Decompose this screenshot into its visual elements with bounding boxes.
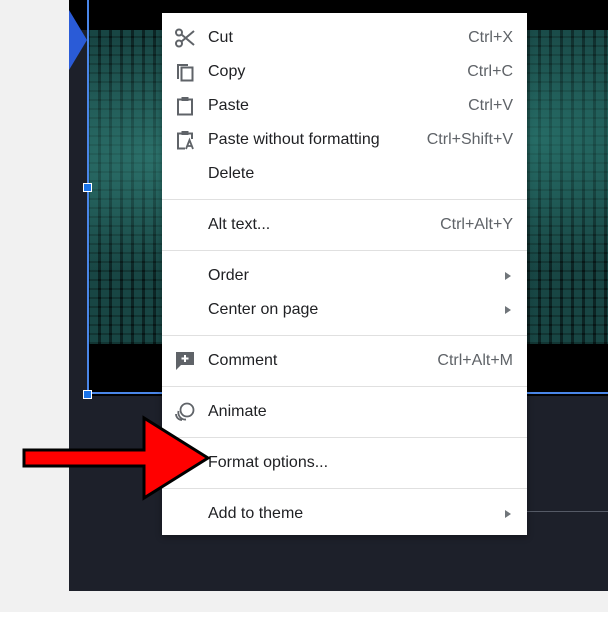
- menu-item-paste-without-formatting[interactable]: Paste without formatting Ctrl+Shift+V: [162, 123, 527, 157]
- menu-item-paste[interactable]: Paste Ctrl+V: [162, 89, 527, 123]
- menu-item-delete-label: Delete: [208, 165, 255, 182]
- menu-item-paste-without-formatting-label: Paste without formatting: [208, 131, 380, 148]
- menu-item-animate-label: Animate: [208, 403, 267, 420]
- menu-separator: [162, 437, 527, 438]
- context-menu: Cut Ctrl+X Copy Ctrl+C Paste Ctrl+V Past…: [162, 13, 527, 535]
- menu-item-copy-shortcut: Ctrl+C: [467, 63, 513, 80]
- resize-handle-bottom-left[interactable]: [83, 390, 92, 399]
- menu-separator: [162, 250, 527, 251]
- submenu-arrow-icon: [505, 272, 511, 280]
- menu-item-alt-text-label: Alt text...: [208, 216, 271, 233]
- copy-icon: [177, 64, 194, 82]
- menu-item-alt-text[interactable]: Alt text... Ctrl+Alt+Y: [162, 208, 527, 242]
- page-bottom-strip: [0, 612, 608, 617]
- menu-item-animate[interactable]: Animate: [162, 395, 527, 429]
- menu-item-cut[interactable]: Cut Ctrl+X: [162, 21, 527, 55]
- resize-handle-left-middle[interactable]: [83, 183, 92, 192]
- add-comment-icon: [176, 352, 194, 370]
- red-arrow-annotation-icon: [22, 415, 211, 501]
- menu-item-comment-shortcut: Ctrl+Alt+M: [437, 352, 513, 369]
- menu-item-center-on-page[interactable]: Center on page: [162, 293, 527, 327]
- menu-item-copy-label: Copy: [208, 63, 246, 80]
- menu-separator: [162, 199, 527, 200]
- menu-item-cut-shortcut: Ctrl+X: [468, 29, 513, 46]
- menu-separator: [162, 386, 527, 387]
- submenu-arrow-icon: [505, 510, 511, 518]
- menu-item-add-to-theme-label: Add to theme: [208, 505, 304, 522]
- menu-item-order[interactable]: Order: [162, 259, 527, 293]
- clipboard-icon: [177, 97, 193, 116]
- menu-item-center-on-page-label: Center on page: [208, 301, 319, 318]
- menu-item-comment[interactable]: Comment Ctrl+Alt+M: [162, 344, 527, 378]
- slide-divider-line: [526, 511, 608, 512]
- menu-item-order-label: Order: [208, 267, 249, 284]
- menu-separator: [162, 488, 527, 489]
- submenu-arrow-icon: [505, 306, 511, 314]
- paste-plain-icon: [177, 131, 194, 150]
- menu-item-format-options-label: Format options...: [208, 454, 329, 471]
- menu-item-format-options[interactable]: Format options...: [162, 446, 527, 480]
- menu-item-paste-label: Paste: [208, 97, 249, 114]
- menu-item-delete[interactable]: Delete: [162, 157, 527, 191]
- menu-item-comment-label: Comment: [208, 352, 278, 369]
- menu-item-cut-label: Cut: [208, 29, 233, 46]
- scissors-icon: [175, 28, 195, 48]
- menu-separator: [162, 335, 527, 336]
- slide-blue-accent-shape: [69, 10, 87, 70]
- menu-item-copy[interactable]: Copy Ctrl+C: [162, 55, 527, 89]
- menu-item-paste-shortcut: Ctrl+V: [468, 97, 513, 114]
- menu-item-add-to-theme[interactable]: Add to theme: [162, 497, 527, 531]
- menu-item-paste-without-formatting-shortcut: Ctrl+Shift+V: [426, 131, 513, 148]
- menu-item-alt-text-shortcut: Ctrl+Alt+Y: [440, 216, 513, 233]
